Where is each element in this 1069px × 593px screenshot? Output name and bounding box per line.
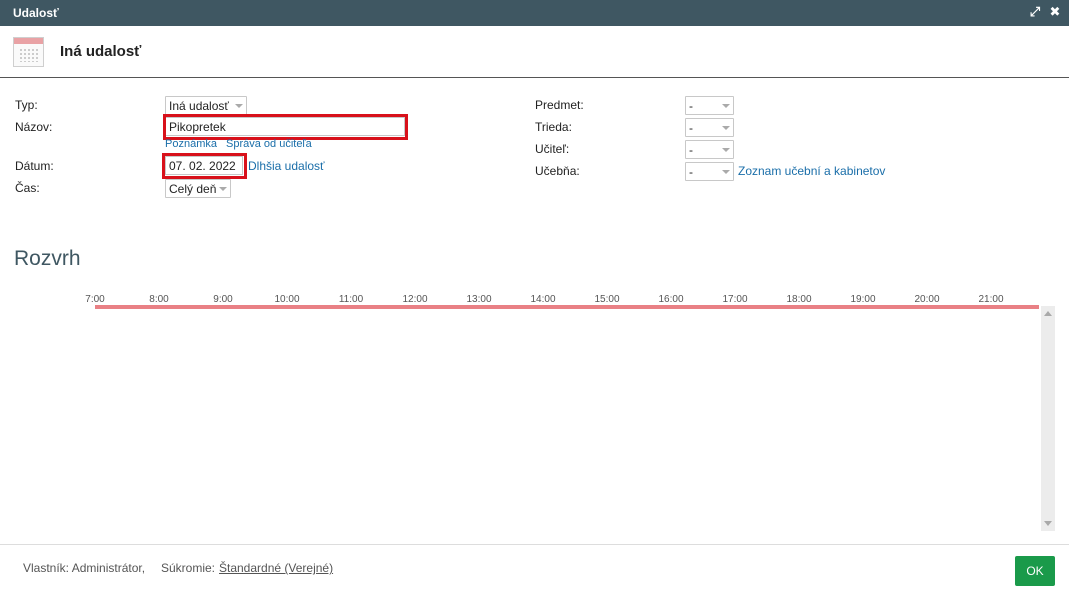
timeline-hour-label: 9:00 (213, 294, 233, 305)
name-label: Názov: (15, 120, 53, 134)
teacher-message-link[interactable]: Správa od učiteľa (226, 138, 312, 150)
close-icon[interactable]: ✖ (1048, 5, 1062, 19)
chevron-down-icon (235, 104, 243, 108)
type-select[interactable]: Iná udalosť (165, 96, 247, 115)
classroom-label: Učebňa: (535, 164, 580, 178)
scroll-up-icon[interactable] (1044, 311, 1052, 316)
class-select-value: - (689, 121, 693, 135)
subject-select[interactable]: - (685, 96, 734, 115)
teacher-select-value: - (689, 143, 693, 157)
timeline-hour-label: 8:00 (149, 294, 169, 305)
dialog-header: Iná udalosť (0, 26, 1069, 78)
chevron-down-icon (722, 148, 730, 152)
scroll-down-icon[interactable] (1044, 521, 1052, 526)
timeline-hour-label: 14:00 (530, 294, 556, 305)
classroom-select[interactable]: - (685, 162, 734, 181)
name-highlight (163, 114, 408, 140)
timeline-hour-label: 18:00 (786, 294, 812, 305)
date-highlight (162, 153, 247, 179)
longer-event-link[interactable]: Dlhšia udalosť (248, 159, 325, 173)
note-link[interactable]: Poznámka (165, 138, 217, 150)
subject-label: Predmet: (535, 98, 584, 112)
time-label: Čas: (15, 181, 40, 195)
dialog-footer: Vlastník: Administrátor, Súkromie: Štand… (0, 544, 1069, 593)
timeline-hour-label: 12:00 (402, 294, 428, 305)
event-dialog: Udalosť ⤢ ✖ Iná udalosť Typ: Iná udalosť… (0, 0, 1069, 593)
schedule-title: Rozvrh (14, 247, 81, 270)
class-select[interactable]: - (685, 118, 734, 137)
type-label: Typ: (15, 98, 38, 112)
calendar-icon (13, 37, 44, 67)
teacher-select[interactable]: - (685, 140, 734, 159)
privacy-label: Súkromie: (161, 561, 216, 575)
date-label: Dátum: (15, 159, 54, 173)
classroom-select-value: - (689, 165, 693, 179)
subject-select-value: - (689, 99, 693, 113)
classroom-list-link[interactable]: Zoznam učební a kabinetov (738, 164, 885, 178)
timeline-hour-label: 17:00 (722, 294, 748, 305)
teacher-label: Učiteľ: (535, 142, 570, 156)
class-label: Trieda: (535, 120, 572, 134)
chevron-down-icon (722, 126, 730, 130)
timeline-hour-label: 11:00 (338, 294, 364, 305)
timeline-hour-label: 19:00 (850, 294, 876, 305)
timeline-hour-label: 15:00 (594, 294, 620, 305)
timeline-hour-label: 16:00 (658, 294, 684, 305)
timeline-hour-label: 20:00 (914, 294, 940, 305)
event-type-heading: Iná udalosť (60, 43, 142, 60)
chevron-down-icon (722, 104, 730, 108)
schedule-scrollbar[interactable] (1041, 306, 1055, 531)
time-select-value: Celý deň (169, 182, 217, 196)
dialog-titlebar[interactable]: Udalosť ⤢ ✖ (0, 0, 1069, 26)
timeline-hour-label: 21:00 (978, 294, 1004, 305)
privacy-link[interactable]: Štandardné (Verejné) (219, 561, 333, 575)
type-select-value: Iná udalosť (169, 99, 229, 113)
chevron-down-icon (219, 187, 227, 191)
schedule-area (14, 309, 1041, 531)
timeline-hour-label: 10:00 (274, 294, 300, 305)
dialog-title: Udalosť (13, 6, 59, 20)
ok-button[interactable]: OK (1015, 556, 1055, 586)
maximize-icon[interactable]: ⤢ (1028, 5, 1042, 19)
owner-text: Vlastník: Administrátor, (23, 561, 146, 575)
timeline-hour-label: 13:00 (466, 294, 492, 305)
timeline-hour-label: 7:00 (85, 294, 105, 305)
chevron-down-icon (722, 170, 730, 174)
time-select[interactable]: Celý deň (165, 179, 231, 198)
